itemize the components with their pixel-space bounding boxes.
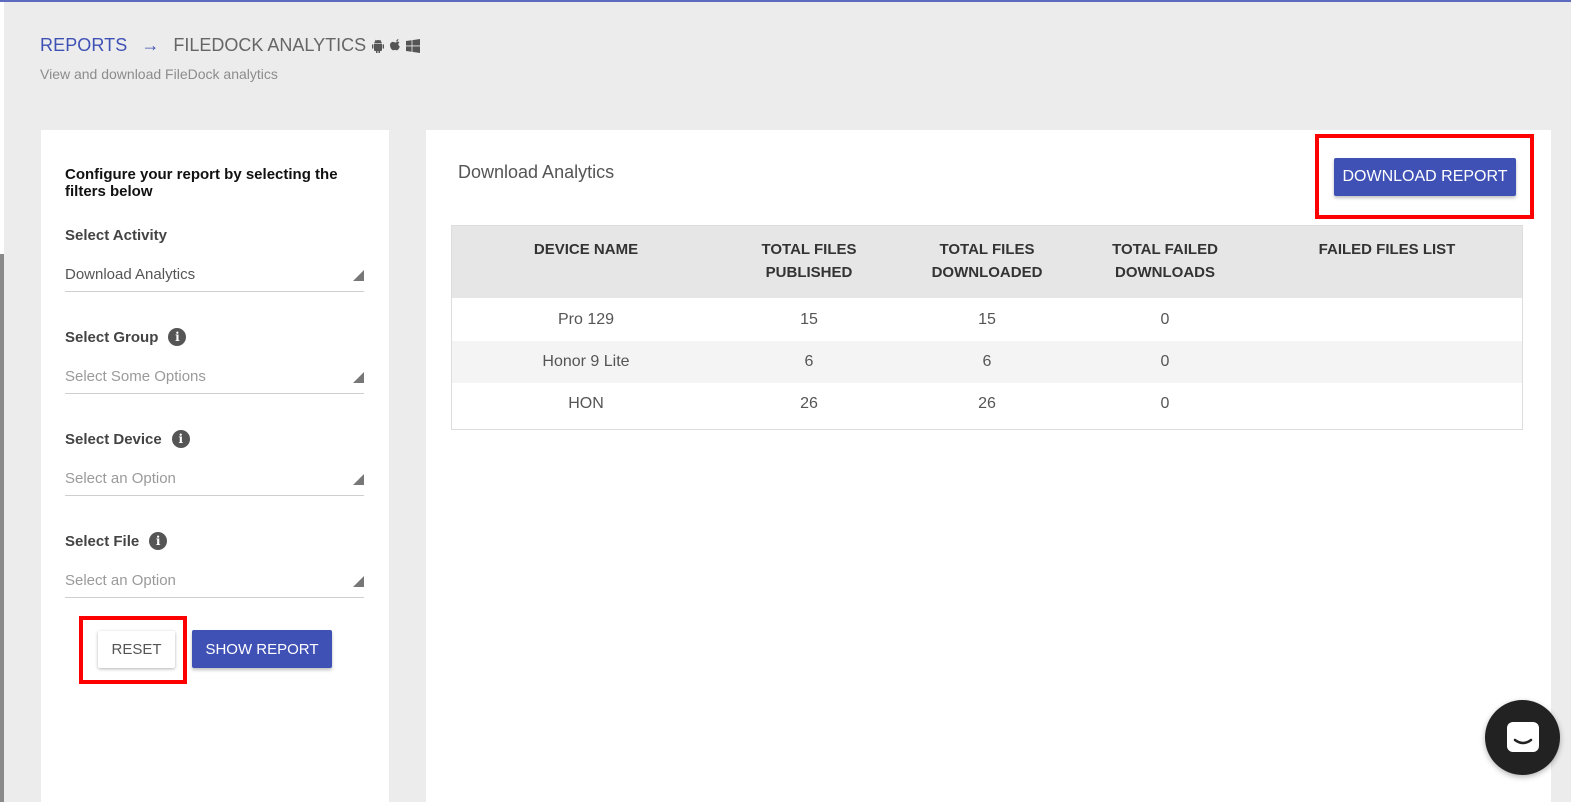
apple-icon	[390, 38, 400, 50]
table-header: DEVICE NAME TOTAL FILES PUBLISHED TOTAL …	[452, 226, 1522, 298]
table-row: Honor 9 Lite 6 6 0	[452, 341, 1522, 383]
device-select[interactable]: Select an Option	[65, 462, 364, 496]
filter-panel: Configure your report by selecting the f…	[41, 130, 389, 802]
report-panel: Download Analytics DOWNLOAD REPORT DEVIC…	[426, 130, 1551, 802]
dropdown-caret-icon	[353, 576, 364, 587]
top-accent-line	[0, 0, 1571, 2]
chat-launcher-button[interactable]	[1485, 700, 1560, 775]
page-title: FILEDOCK ANALYTICS	[173, 35, 367, 55]
os-icons	[370, 38, 421, 54]
cell-published: 6	[804, 353, 814, 370]
breadcrumb-arrow-icon: →	[141, 35, 160, 55]
group-select-placeholder: Select Some Options	[65, 368, 206, 385]
activity-label-text: Select Activity	[65, 227, 167, 244]
breadcrumb: REPORTS → FILEDOCK ANALYTICS	[40, 35, 421, 56]
activity-label: Select Activity	[65, 227, 167, 244]
windows-icon	[406, 38, 421, 53]
page-subtitle: View and download FileDock analytics	[40, 66, 278, 82]
device-label: Select Device i	[65, 430, 190, 448]
cell-device-name: Pro 129	[557, 311, 615, 328]
show-report-button[interactable]: SHOW REPORT	[192, 630, 332, 668]
android-icon	[372, 39, 385, 53]
column-header-failed-files-list: FAILED FILES LIST	[1318, 241, 1456, 258]
file-label-text: Select File	[65, 532, 140, 550]
device-select-placeholder: Select an Option	[65, 470, 176, 487]
cell-device-name: HON	[568, 395, 604, 412]
activity-select[interactable]: Download Analytics	[65, 258, 364, 292]
cell-downloaded: 6	[982, 353, 992, 370]
left-edge	[0, 2, 4, 254]
cell-published: 26	[800, 395, 818, 412]
download-report-button[interactable]: DOWNLOAD REPORT	[1334, 158, 1516, 196]
cell-downloaded: 15	[978, 311, 996, 328]
dropdown-caret-icon	[353, 270, 364, 281]
cell-downloaded: 26	[978, 395, 996, 412]
column-header-total-files-downloaded: TOTAL FILES DOWNLOADED	[931, 241, 1043, 281]
cell-failed: 0	[1160, 395, 1170, 412]
info-icon[interactable]: i	[171, 430, 190, 448]
filter-intro: Configure your report by selecting the f…	[65, 166, 338, 200]
file-label: Select File i	[65, 532, 168, 550]
table-row: HON 26 26 0	[452, 383, 1522, 425]
chat-icon	[1506, 721, 1539, 752]
report-title: Download Analytics	[458, 162, 615, 182]
breadcrumb-reports-link[interactable]: REPORTS	[40, 35, 127, 56]
column-header-total-failed-downloads: TOTAL FAILED DOWNLOADS	[1112, 241, 1218, 281]
file-select[interactable]: Select an Option	[65, 564, 364, 598]
group-label: Select Group i	[65, 328, 187, 346]
left-scrollbar[interactable]	[0, 254, 4, 802]
dropdown-caret-icon	[353, 474, 364, 485]
info-icon[interactable]: i	[168, 328, 187, 346]
activity-select-value: Download Analytics	[65, 266, 196, 283]
table-row: Pro 129 15 15 0	[452, 299, 1522, 341]
info-icon[interactable]: i	[149, 532, 168, 550]
cell-device-name: Honor 9 Lite	[542, 353, 630, 370]
analytics-table: DEVICE NAME TOTAL FILES PUBLISHED TOTAL …	[451, 225, 1523, 430]
dropdown-caret-icon	[353, 372, 364, 383]
group-select[interactable]: Select Some Options	[65, 360, 364, 394]
cell-failed: 0	[1160, 353, 1170, 370]
column-header-total-files-published: TOTAL FILES PUBLISHED	[761, 241, 857, 281]
cell-failed: 0	[1160, 311, 1170, 328]
reset-button[interactable]: RESET	[98, 631, 175, 668]
group-label-text: Select Group	[65, 328, 159, 346]
cell-published: 15	[800, 311, 818, 328]
file-select-placeholder: Select an Option	[65, 572, 176, 589]
device-label-text: Select Device	[65, 430, 162, 448]
column-header-device-name: DEVICE NAME	[533, 241, 639, 258]
